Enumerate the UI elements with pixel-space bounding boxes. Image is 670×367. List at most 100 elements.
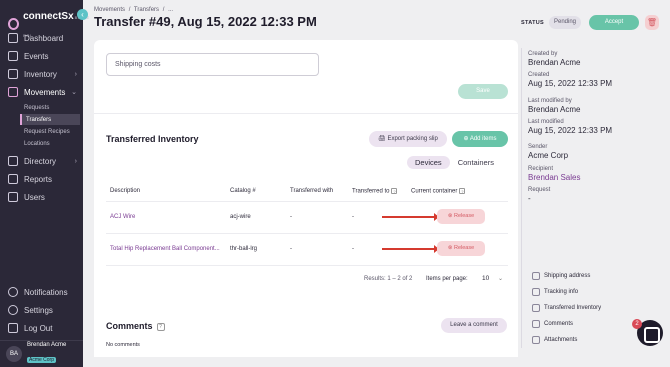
status-badge: Pending bbox=[549, 16, 581, 29]
sidebar-item-notifications[interactable]: Notifications bbox=[0, 284, 83, 300]
sidebar-subitem-locations[interactable]: Locations bbox=[20, 138, 80, 149]
user-name: Brendan Acme bbox=[27, 342, 67, 348]
users-icon bbox=[8, 192, 18, 202]
last-modified-by-value: Brendan Acme bbox=[528, 105, 581, 114]
sidebar-item-inventory[interactable]: Inventory › bbox=[0, 66, 83, 82]
breadcrumb-movements[interactable]: Movements bbox=[94, 7, 125, 13]
sidebar-item-reports[interactable]: Reports bbox=[0, 171, 83, 187]
save-button[interactable]: Save bbox=[458, 84, 508, 99]
help-icon[interactable]: ? bbox=[391, 188, 398, 194]
sidebar-item-settings[interactable]: Settings bbox=[0, 302, 83, 318]
logout-icon bbox=[8, 323, 18, 333]
user-profile[interactable]: BA Brendan Acme Acme Corp bbox=[0, 340, 83, 367]
annotation-arrow bbox=[382, 213, 439, 221]
sidebar-item-users[interactable]: Users bbox=[0, 189, 83, 205]
avatar: BA bbox=[6, 346, 22, 362]
sidebar-subitem-requests[interactable]: Requests bbox=[20, 102, 80, 113]
link-label: Tracking info bbox=[544, 289, 579, 295]
request-label: Request bbox=[528, 187, 551, 193]
shipping-costs-input[interactable]: Shipping costs bbox=[106, 53, 319, 76]
sidebar-item-label: Events bbox=[24, 51, 49, 61]
last-modified-value: Aug 15, 2022 12:33 PM bbox=[528, 126, 613, 135]
help-icon[interactable]: ? bbox=[156, 322, 165, 331]
delete-button[interactable]: 🗑 bbox=[645, 15, 659, 30]
truck-icon bbox=[532, 288, 540, 296]
link-label: Comments bbox=[544, 321, 574, 327]
sidebar-item-label: Users bbox=[24, 192, 45, 202]
status-label: STATUS bbox=[521, 20, 544, 26]
column-label: Transferred to bbox=[352, 188, 390, 195]
link-attachments[interactable]: Attachments bbox=[532, 336, 577, 344]
breadcrumb-transfers[interactable]: Transfers bbox=[134, 7, 159, 13]
sidebar-subitem-transfers[interactable]: Transfers bbox=[20, 114, 80, 125]
column-description: Description bbox=[110, 188, 141, 194]
no-comments-text: No comments bbox=[106, 342, 140, 348]
link-shipping-address[interactable]: Shipping address bbox=[532, 272, 590, 280]
sidebar-item-movements[interactable]: Movements ⌄ bbox=[0, 84, 83, 100]
sender-label: Sender bbox=[528, 144, 548, 150]
breadcrumb: Movements / Transfers / ... bbox=[94, 7, 175, 13]
bell-icon bbox=[8, 287, 18, 297]
breadcrumb-ellipsis: ... bbox=[168, 7, 174, 13]
add-items-label: Add items bbox=[469, 136, 497, 142]
comments-title-text: Comments bbox=[106, 321, 153, 331]
recipient-value[interactable]: Brendan Sales bbox=[528, 173, 580, 182]
link-label: Shipping address bbox=[544, 273, 591, 279]
row-description[interactable]: ACJ Wire bbox=[110, 214, 135, 220]
sidebar-item-label: Directory bbox=[24, 156, 57, 166]
annotation-arrow bbox=[382, 245, 439, 253]
chevron-down-icon[interactable]: ⌄ bbox=[498, 275, 503, 282]
items-per-page-select[interactable]: 10 bbox=[482, 275, 489, 282]
release-button[interactable]: ⊗ Release bbox=[437, 209, 485, 224]
pagination-results: Results: 1 – 2 of 2 bbox=[364, 276, 413, 282]
link-label: Attachments bbox=[544, 337, 578, 343]
column-current-container: Current container? bbox=[411, 188, 466, 195]
release-button[interactable]: ⊗ Release bbox=[437, 241, 485, 256]
link-tracking-info[interactable]: Tracking info bbox=[532, 288, 578, 296]
sidebar: connectSxBRAVE ROI Dashboard Events Inve… bbox=[0, 0, 89, 367]
sidebar-item-directory[interactable]: Directory › bbox=[0, 153, 83, 169]
sidebar-subitem-label: Request Recipes bbox=[24, 128, 70, 135]
created-value: Aug 15, 2022 12:33 PM bbox=[528, 79, 613, 88]
sidebar-item-dashboard[interactable]: Dashboard bbox=[0, 30, 83, 46]
sidebar-subitem-request-recipes[interactable]: Request Recipes bbox=[20, 126, 80, 137]
last-modified-by: Last modified by Brendan Acme bbox=[528, 98, 580, 114]
tab-containers[interactable]: Containers bbox=[450, 156, 502, 169]
sidebar-item-label: Notifications bbox=[24, 287, 68, 297]
pagination: Results: 1 – 2 of 2 Items per page: 10 ⌄ bbox=[106, 272, 508, 292]
inventory-icon bbox=[8, 69, 18, 79]
table-header: Description Catalog # Transferred with T… bbox=[106, 180, 508, 202]
created-by: Created by Brendan Acme bbox=[528, 51, 580, 67]
sidebar-subitem-label: Requests bbox=[24, 104, 50, 111]
breadcrumb-separator: / bbox=[128, 7, 131, 13]
sender: Sender Acme Corp bbox=[528, 144, 568, 160]
items-per-page-label: Items per page: bbox=[426, 276, 468, 282]
comment-icon bbox=[532, 320, 540, 328]
leave-comment-button[interactable]: Leave a comment bbox=[441, 318, 507, 333]
row-transferred-to: - bbox=[352, 214, 354, 220]
accept-button[interactable]: Accept bbox=[589, 15, 639, 30]
tab-devices[interactable]: Devices bbox=[407, 156, 450, 169]
trash-icon: 🗑 bbox=[646, 18, 658, 27]
collapse-sidebar-button[interactable]: ‹ bbox=[77, 9, 88, 20]
export-packing-slip-button[interactable]: 🖨 Export packing slip bbox=[369, 131, 447, 147]
sender-value: Acme Corp bbox=[528, 151, 569, 160]
sidebar-item-logout[interactable]: Log Out bbox=[0, 320, 83, 336]
row-description[interactable]: Total Hip Replacement Ball Component... bbox=[110, 246, 220, 252]
sidebar-item-events[interactable]: Events bbox=[0, 48, 83, 64]
home-icon bbox=[532, 272, 540, 280]
row-transferred-to: - bbox=[352, 246, 354, 252]
transferred-inventory-title: Transferred Inventory bbox=[106, 134, 199, 144]
link-transferred-inventory[interactable]: Transferred Inventory bbox=[532, 304, 601, 312]
paperclip-icon bbox=[532, 336, 540, 344]
link-comments[interactable]: Comments bbox=[532, 320, 573, 328]
inventory-table: Description Catalog # Transferred with T… bbox=[106, 180, 508, 266]
comments-title: Comments? bbox=[106, 321, 165, 331]
add-items-button[interactable]: ⊕ Add items bbox=[452, 131, 508, 147]
help-icon[interactable]: ? bbox=[459, 188, 466, 194]
last-modified-by-label: Last modified by bbox=[528, 98, 572, 104]
column-transferred-to: Transferred to? bbox=[352, 188, 398, 195]
logo-icon bbox=[8, 18, 20, 30]
last-modified-label: Last modified bbox=[528, 119, 564, 125]
sidebar-subitem-label: Locations bbox=[24, 140, 50, 147]
